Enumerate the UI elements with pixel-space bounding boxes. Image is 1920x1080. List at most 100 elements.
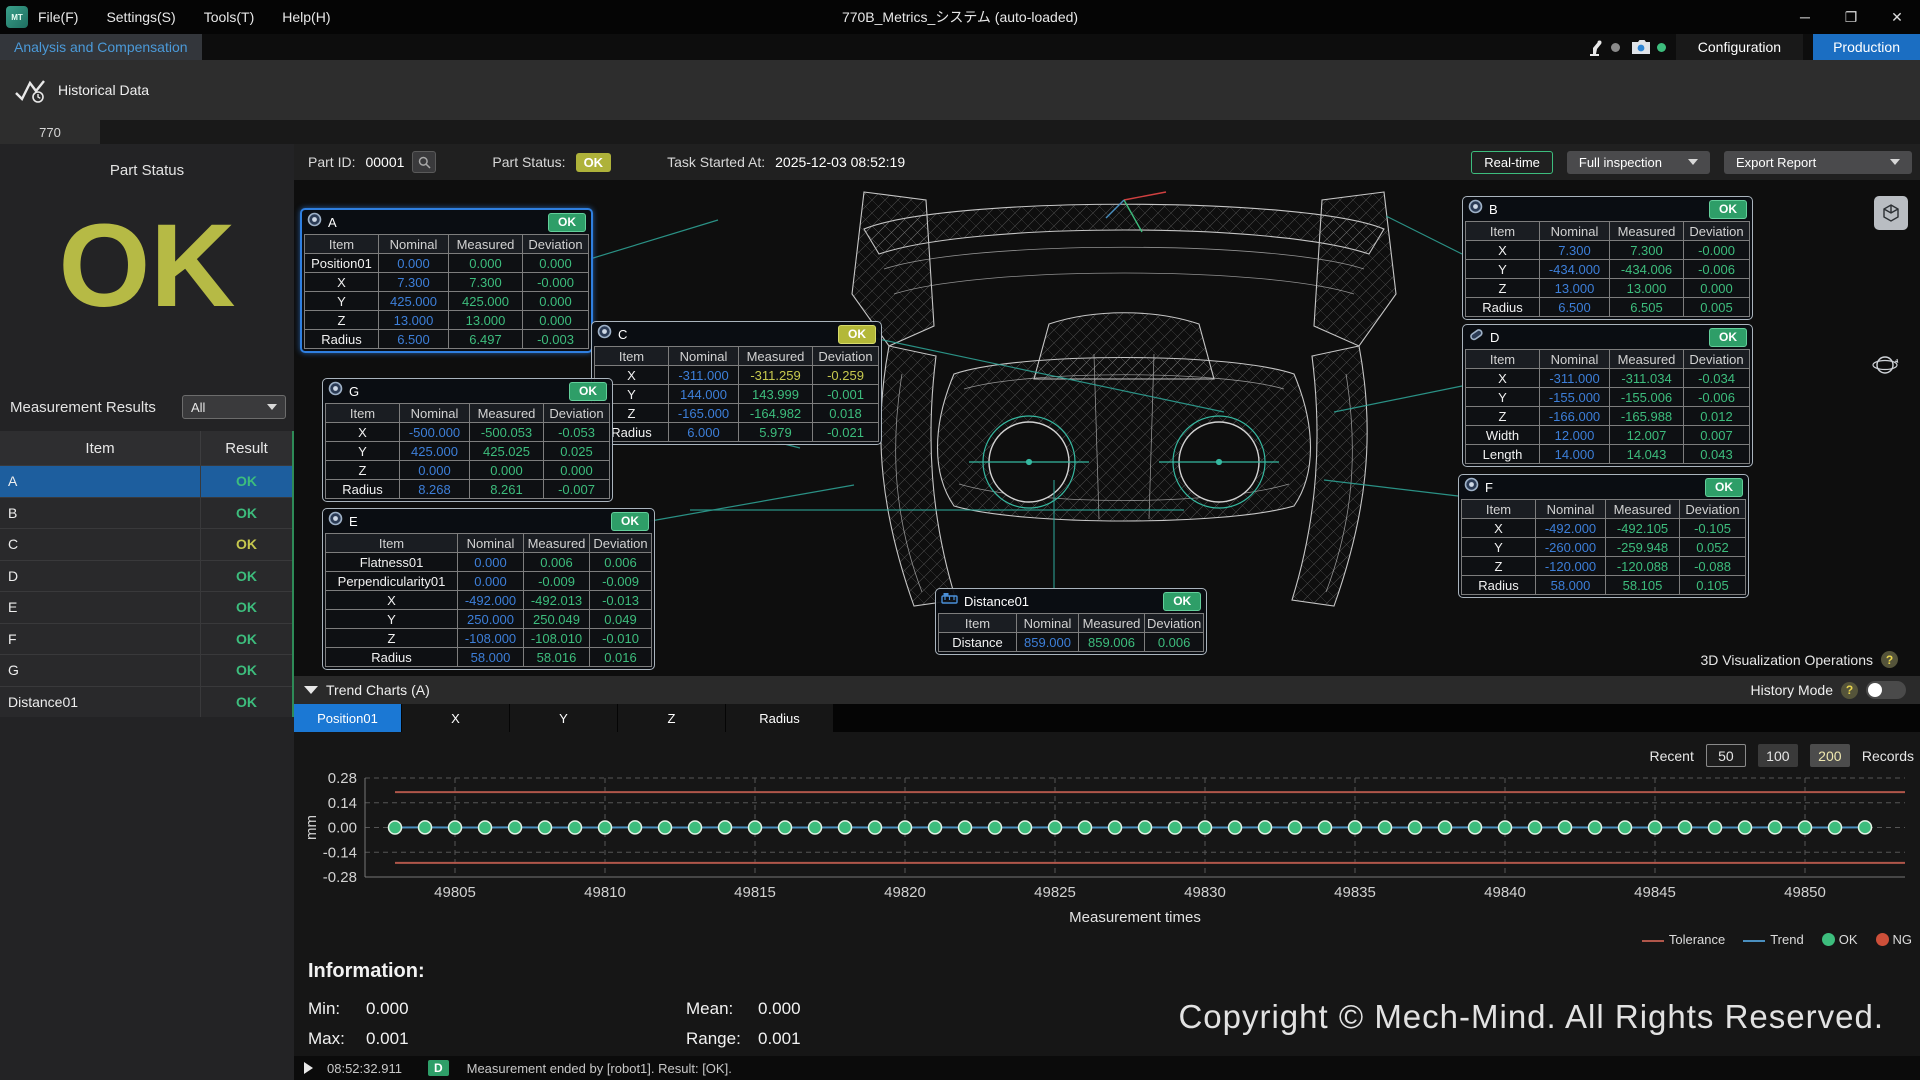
part-id-value[interactable]: 00001 bbox=[365, 154, 404, 170]
data-point[interactable] bbox=[1169, 821, 1182, 834]
data-point[interactable] bbox=[1559, 821, 1572, 834]
data-point[interactable] bbox=[1289, 821, 1302, 834]
data-point[interactable] bbox=[779, 821, 792, 834]
view-cube-button[interactable] bbox=[1874, 196, 1908, 230]
data-point[interactable] bbox=[1829, 821, 1842, 834]
measurement-table-Distance01[interactable]: Distance01OKItemNominalMeasuredDeviation… bbox=[935, 588, 1207, 655]
result-row-Distance01[interactable]: Distance01OK bbox=[0, 686, 292, 718]
data-point[interactable] bbox=[869, 821, 882, 834]
data-point[interactable] bbox=[509, 821, 522, 834]
data-point[interactable] bbox=[1109, 821, 1122, 834]
data-point[interactable] bbox=[689, 821, 702, 834]
result-row-C[interactable]: COK bbox=[0, 528, 292, 560]
realtime-button[interactable]: Real-time bbox=[1471, 151, 1553, 174]
history-mode-help-icon[interactable]: ? bbox=[1841, 682, 1858, 699]
data-point[interactable] bbox=[1379, 821, 1392, 834]
data-point[interactable] bbox=[1799, 821, 1812, 834]
data-point[interactable] bbox=[629, 821, 642, 834]
inspection-mode-dropdown[interactable]: Full inspection bbox=[1567, 151, 1710, 174]
data-point[interactable] bbox=[1469, 821, 1482, 834]
data-point[interactable] bbox=[1589, 821, 1602, 834]
menu-help[interactable]: Help(H) bbox=[282, 9, 330, 25]
close-icon[interactable]: ✕ bbox=[1874, 0, 1920, 34]
data-point[interactable] bbox=[899, 821, 912, 834]
data-point[interactable] bbox=[1079, 821, 1092, 834]
measurement-table-G[interactable]: GOKItemNominalMeasuredDeviationX-500.000… bbox=[322, 378, 613, 502]
export-report-dropdown[interactable]: Export Report bbox=[1724, 151, 1912, 174]
result-row-A[interactable]: AOK bbox=[0, 465, 292, 497]
configuration-button[interactable]: Configuration bbox=[1676, 34, 1803, 60]
data-point[interactable] bbox=[1679, 821, 1692, 834]
data-point[interactable] bbox=[959, 821, 972, 834]
data-point[interactable] bbox=[1619, 821, 1632, 834]
table-row: Radius58.00058.0160.016 bbox=[326, 648, 652, 667]
result-row-G[interactable]: GOK bbox=[0, 654, 292, 686]
menu-tools[interactable]: Tools(T) bbox=[204, 9, 255, 25]
collapse-icon[interactable] bbox=[304, 686, 318, 694]
data-point[interactable] bbox=[389, 821, 402, 834]
measurement-table-F[interactable]: FOKItemNominalMeasuredDeviationX-492.000… bbox=[1458, 474, 1749, 598]
maximize-icon[interactable]: ❐ bbox=[1828, 0, 1874, 34]
measurement-table-D[interactable]: DOKItemNominalMeasuredDeviationX-311.000… bbox=[1462, 324, 1753, 467]
data-point[interactable] bbox=[1649, 821, 1662, 834]
history-mode-toggle[interactable] bbox=[1866, 681, 1906, 699]
trend-tab-x[interactable]: X bbox=[402, 704, 509, 732]
table-row: X-492.000-492.013-0.013 bbox=[326, 591, 652, 610]
trend-tab-z[interactable]: Z bbox=[618, 704, 725, 732]
trend-tab-radius[interactable]: Radius bbox=[726, 704, 833, 732]
tab-770[interactable]: 770 bbox=[0, 120, 100, 144]
data-point[interactable] bbox=[839, 821, 852, 834]
data-point[interactable] bbox=[929, 821, 942, 834]
search-part-button[interactable] bbox=[412, 151, 436, 173]
data-point[interactable] bbox=[1019, 821, 1032, 834]
result-row-B[interactable]: BOK bbox=[0, 497, 292, 529]
production-button[interactable]: Production bbox=[1813, 34, 1920, 60]
trend-charts-header[interactable]: Trend Charts (A) History Mode ? bbox=[294, 676, 1920, 704]
help-icon[interactable]: ? bbox=[1881, 651, 1898, 668]
data-point[interactable] bbox=[449, 821, 462, 834]
measurement-table-A[interactable]: AOKItemNominalMeasuredDeviationPosition0… bbox=[300, 208, 593, 353]
3d-viewport[interactable]: AOKItemNominalMeasuredDeviationPosition0… bbox=[294, 180, 1920, 676]
data-point[interactable] bbox=[1349, 821, 1362, 834]
result-row-D[interactable]: DOK bbox=[0, 560, 292, 592]
result-row-E[interactable]: EOK bbox=[0, 591, 292, 623]
menu-settings[interactable]: Settings(S) bbox=[106, 9, 175, 25]
data-point[interactable] bbox=[1199, 821, 1212, 834]
data-point[interactable] bbox=[1769, 821, 1782, 834]
data-point[interactable] bbox=[1859, 821, 1872, 834]
minimize-icon[interactable]: ─ bbox=[1782, 0, 1828, 34]
results-filter-dropdown[interactable]: All bbox=[182, 395, 286, 419]
data-point[interactable] bbox=[1229, 821, 1242, 834]
data-point[interactable] bbox=[1739, 821, 1752, 834]
result-row-F[interactable]: FOK bbox=[0, 623, 292, 655]
data-point[interactable] bbox=[1139, 821, 1152, 834]
data-point[interactable] bbox=[419, 821, 432, 834]
trend-tab-y[interactable]: Y bbox=[510, 704, 617, 732]
trend-tab-position01[interactable]: Position01 bbox=[294, 704, 401, 732]
data-point[interactable] bbox=[989, 821, 1002, 834]
data-point[interactable] bbox=[659, 821, 672, 834]
data-point[interactable] bbox=[479, 821, 492, 834]
data-point[interactable] bbox=[1709, 821, 1722, 834]
data-point[interactable] bbox=[749, 821, 762, 834]
data-point[interactable] bbox=[1439, 821, 1452, 834]
data-point[interactable] bbox=[1409, 821, 1422, 834]
rotate-view-button[interactable] bbox=[1868, 348, 1902, 382]
data-point[interactable] bbox=[1259, 821, 1272, 834]
data-point[interactable] bbox=[569, 821, 582, 834]
measurement-table-B[interactable]: BOKItemNominalMeasuredDeviationX7.3007.3… bbox=[1462, 196, 1753, 320]
expand-log-icon[interactable] bbox=[304, 1062, 313, 1074]
menu-file[interactable]: File(F) bbox=[38, 9, 78, 25]
measurement-table-C[interactable]: COKItemNominalMeasuredDeviationX-311.000… bbox=[591, 321, 882, 445]
data-point[interactable] bbox=[1049, 821, 1062, 834]
data-point[interactable] bbox=[809, 821, 822, 834]
data-point[interactable] bbox=[1499, 821, 1512, 834]
data-point[interactable] bbox=[1319, 821, 1332, 834]
data-point[interactable] bbox=[539, 821, 552, 834]
data-point[interactable] bbox=[719, 821, 732, 834]
historical-data-button[interactable]: Historical Data bbox=[14, 75, 149, 105]
data-point[interactable] bbox=[1529, 821, 1542, 834]
measurement-table-E[interactable]: EOKItemNominalMeasuredDeviationFlatness0… bbox=[322, 508, 655, 670]
data-point[interactable] bbox=[599, 821, 612, 834]
tab-analysis-and-compensation[interactable]: Analysis and Compensation bbox=[0, 34, 202, 60]
